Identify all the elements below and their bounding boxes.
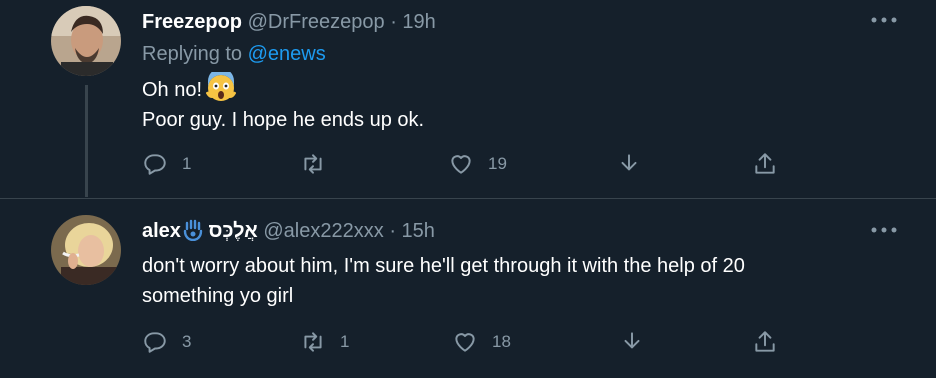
replying-prefix: Replying to [142,43,243,65]
like-button[interactable]: 18 [452,327,511,357]
like-icon [451,155,471,174]
reply-button[interactable]: 3 [142,327,191,357]
reply-icon [144,154,166,175]
author-name[interactable]: Freezepop [142,11,242,33]
download-icon [624,332,640,349]
download-icon [621,154,637,171]
tweet[interactable]: Freezepop @DrFreezepop · 19h Replying to… [0,0,936,199]
share-icon [755,153,775,174]
author-name[interactable]: alex [142,220,181,242]
like-count: 18 [492,332,511,351]
reply-icon [144,332,166,353]
mention-link[interactable]: @enews [248,43,326,65]
action-bar: 1 19 [142,149,792,179]
retweet-icon [304,154,322,174]
tweet-line: something yo girl [142,285,294,307]
scream-emoji-icon [206,72,237,101]
like-button[interactable]: 19 [448,149,507,179]
share-button[interactable] [752,149,778,179]
tweet-header: Freezepop @DrFreezepop · 19h [142,10,436,34]
like-icon [455,333,475,352]
author-handle[interactable]: @DrFreezepop [248,11,385,33]
timestamp[interactable]: 19h [402,11,435,33]
hamsa-icon [183,219,203,242]
tweet-line: Poor guy. I hope he ends up ok. [142,109,425,131]
more-icon[interactable] [870,13,898,27]
tweet-text: don't worry about him, I'm sure he'll ge… [142,251,745,311]
download-button[interactable] [619,327,645,357]
separator: · [390,11,397,33]
retweet-count: 1 [340,332,350,351]
timestamp[interactable]: 15h [402,220,435,242]
tweet-line: Oh no!😱 [142,72,424,105]
share-icon [755,331,775,352]
reply-button[interactable]: 1 [142,149,191,179]
author-handle[interactable]: @alex222xxx [263,220,383,242]
tweet-header: alex אֲלֶכְּס @alex222xxx · 15h [142,219,435,243]
download-button[interactable] [616,149,642,179]
share-button[interactable] [752,327,778,357]
reply-count: 3 [182,332,192,351]
avatar[interactable] [51,215,121,285]
retweet-button[interactable]: 1 [300,327,349,357]
tweet[interactable]: alex אֲלֶכְּס @alex222xxx · 15h don't wo… [0,199,936,378]
thread-line [85,85,88,197]
separator: · [389,220,396,242]
tweet-line: don't worry about him, I'm sure he'll ge… [142,255,745,277]
tweet-text: Oh no!😱 Poor guy. I hope he ends up ok. [142,72,424,135]
retweet-button[interactable] [300,149,340,179]
author-name-hebrew[interactable]: אֲלֶכְּס [209,220,258,242]
replying-to: Replying to @enews [142,42,326,66]
avatar[interactable] [51,6,121,76]
retweet-icon [304,332,322,352]
more-icon[interactable] [870,223,898,237]
action-bar: 3 1 18 [142,327,792,357]
like-count: 19 [488,154,507,173]
reply-count: 1 [182,154,192,173]
